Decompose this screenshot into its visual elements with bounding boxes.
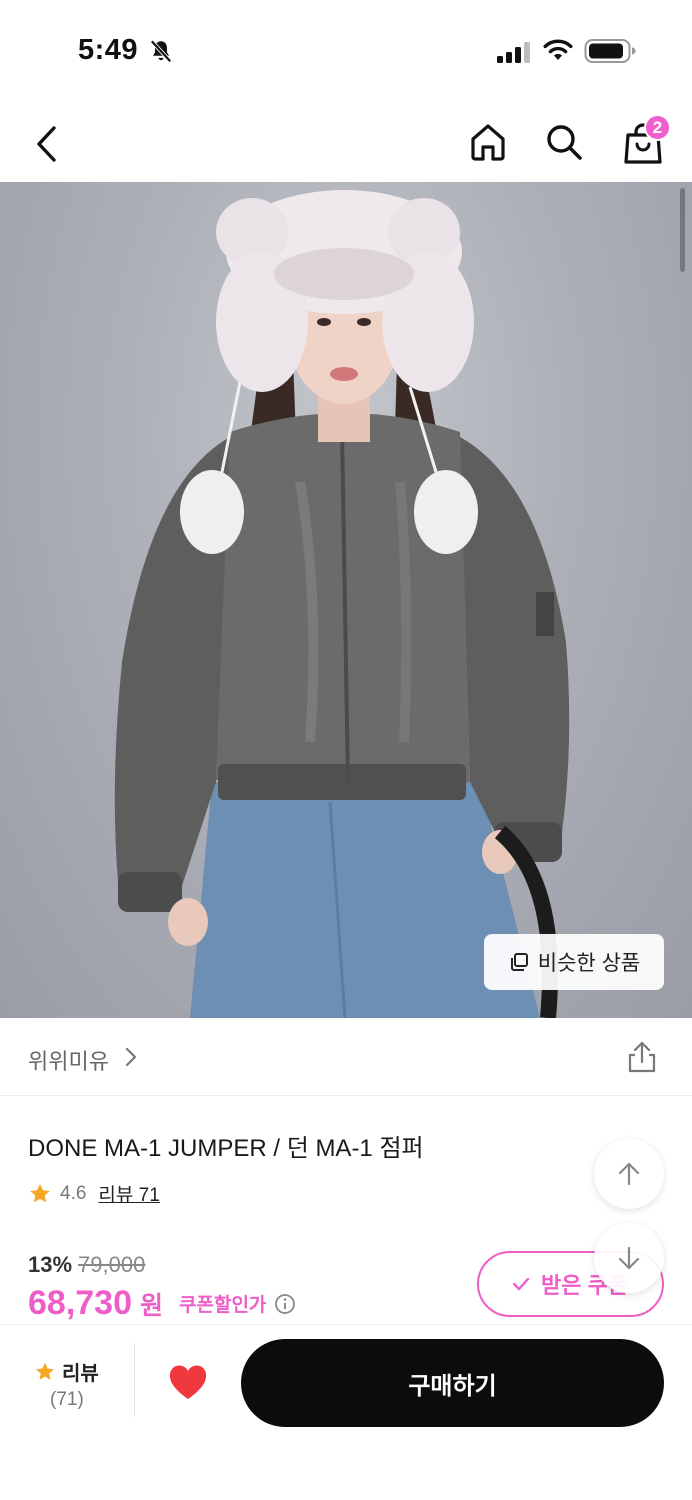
buy-button[interactable]: 구매하기 xyxy=(241,1339,664,1427)
info-icon[interactable] xyxy=(274,1293,296,1315)
arrow-up-icon xyxy=(618,1162,640,1186)
review-link[interactable]: 리뷰 71 xyxy=(98,1180,159,1207)
copy-icon xyxy=(510,953,528,971)
divider xyxy=(134,1343,135,1417)
bottom-review-count: (71) xyxy=(50,1389,84,1410)
similar-products-label: 비슷한 상품 xyxy=(537,952,641,975)
status-bar: 5:49 xyxy=(0,0,692,100)
arrow-down-icon xyxy=(618,1246,640,1270)
star-icon xyxy=(36,1362,54,1380)
model-photo xyxy=(114,190,570,1018)
bell-slash-icon xyxy=(150,39,172,63)
brand-name[interactable]: 위위미유 xyxy=(28,1044,109,1076)
similar-products-button[interactable]: 비슷한 상품 xyxy=(484,934,664,990)
bottom-review-top: 리뷰 xyxy=(34,1357,99,1386)
scroll-top-button[interactable] xyxy=(594,1139,664,1209)
price-row: 68,730 원 쿠폰할인가 xyxy=(28,1284,296,1323)
discount-rate: 13% xyxy=(28,1252,73,1277)
scroll-down-button[interactable] xyxy=(594,1223,664,1293)
bottom-action-bar: 리뷰 (71) 구매하기 xyxy=(0,1324,692,1500)
original-price: 79,000 xyxy=(78,1252,146,1277)
coupon-price-label[interactable]: 쿠폰할인가 xyxy=(179,1290,266,1317)
currency-unit: 원 xyxy=(140,1291,164,1320)
rating-value: 4.6 xyxy=(60,1182,87,1204)
chevron-right-icon[interactable] xyxy=(122,1046,140,1068)
heart-icon[interactable] xyxy=(168,1365,208,1401)
product-image[interactable]: 비슷한 상품 xyxy=(0,182,692,1018)
check-icon xyxy=(512,1277,530,1291)
bottom-review-button[interactable]: 리뷰 (71) xyxy=(0,1325,134,1419)
signal-icon xyxy=(497,42,530,63)
sale-price: 68,730 xyxy=(28,1284,132,1322)
battery-icon xyxy=(584,39,636,63)
wifi-icon xyxy=(543,39,573,60)
discount-row: 13% 79,000 xyxy=(28,1252,145,1278)
nav-bar: 2 xyxy=(0,100,692,182)
status-time: 5:49 xyxy=(78,34,139,66)
product-title: DONE MA-1 JUMPER / 던 MA-1 점퍼 xyxy=(28,1135,424,1162)
back-icon[interactable] xyxy=(26,122,70,166)
bottom-review-label: 리뷰 xyxy=(62,1363,99,1385)
search-icon[interactable] xyxy=(542,120,586,164)
share-icon[interactable] xyxy=(626,1040,658,1074)
star-icon xyxy=(30,1183,50,1202)
rating-row: 4.6 리뷰 71 xyxy=(28,1180,160,1207)
brand-row: 위위미유 xyxy=(0,1018,692,1096)
cart-count-badge: 2 xyxy=(644,114,671,141)
home-icon[interactable] xyxy=(466,120,510,164)
image-scroll-indicator[interactable] xyxy=(680,188,685,272)
